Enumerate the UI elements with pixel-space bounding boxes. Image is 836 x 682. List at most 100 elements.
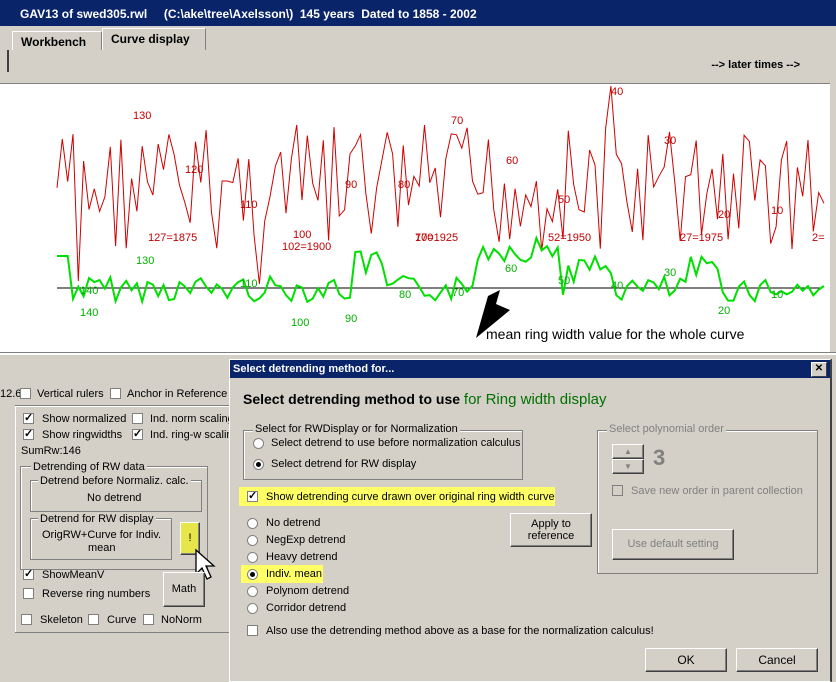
- tab-workbench[interactable]: Workbench: [12, 31, 102, 50]
- toolbar-area: --> later times -->: [0, 50, 836, 83]
- method-radio-indiv-mean[interactable]: [247, 569, 258, 580]
- cancel-button[interactable]: Cancel: [736, 648, 818, 672]
- dialog-title-bar: Select detrending method for... ✕: [230, 360, 830, 378]
- sumrw-value: SumRw:146: [21, 445, 81, 457]
- order-down-button[interactable]: ▼: [612, 459, 644, 474]
- nonorm-checkbox[interactable]: [143, 614, 154, 625]
- method-radio-corridor[interactable]: [247, 603, 258, 614]
- ok-button[interactable]: OK: [645, 648, 727, 672]
- dialog-heading: Select detrending method to use for Ring…: [243, 391, 607, 408]
- detrend-dialog: Select detrending method for... ✕ Select…: [229, 359, 831, 682]
- dialog-heading-main: Select detrending method to use: [243, 391, 461, 407]
- reverse-ring-label: Reverse ring numbers: [42, 588, 151, 600]
- ind-rw-scaling-checkbox[interactable]: [132, 427, 143, 440]
- ring-label: 100: [293, 229, 311, 241]
- ind-norm-scaling-label: Ind. norm scaling: [150, 413, 234, 425]
- chart-svg: 130120110100127=1875102=190010090 8077=19…: [56, 85, 825, 342]
- anchor-label: Anchor in Reference: [127, 388, 228, 400]
- ring-label: 127=1875: [148, 232, 197, 244]
- window-title-bar: GAV13 of swed305.rwl (C:\ake\tree\Axelss…: [0, 0, 836, 26]
- anchor-checkbox[interactable]: [110, 388, 121, 399]
- method-label-no-detrend: No detrend: [266, 517, 321, 529]
- show-detrend-curve-checkbox[interactable]: [247, 489, 258, 502]
- ring-label: 2=: [812, 232, 825, 244]
- detrend-label: 20: [718, 305, 730, 317]
- detrend-before-title: Detrend before Normaliz. calc.: [38, 475, 191, 487]
- method-radio-polynom[interactable]: [247, 586, 258, 597]
- apply-btn-line1: Apply to: [531, 518, 571, 530]
- also-use-label: Also use the detrending method above as …: [266, 625, 654, 637]
- show-ringwidths-label: Show ringwidths: [42, 429, 123, 441]
- method-label-corridor: Corridor detrend: [266, 602, 347, 614]
- show-mean-v-checkbox[interactable]: [23, 567, 34, 580]
- save-order-checkbox[interactable]: [612, 485, 623, 496]
- ring-label: 27=1975: [680, 232, 723, 244]
- detrend-label: 70: [452, 287, 464, 299]
- ring-number-labels: 130120110100127=1875102=190010090 8077=19…: [133, 86, 825, 253]
- method-label-indiv-mean: Indiv. mean: [266, 568, 323, 580]
- rw-display-radio[interactable]: [253, 459, 264, 470]
- apply-to-reference-button[interactable]: Apply to reference: [510, 513, 592, 547]
- tab-strip: Workbench Curve display: [0, 26, 836, 51]
- method-radio-heavy[interactable]: [247, 552, 258, 563]
- close-icon[interactable]: ✕: [811, 362, 827, 377]
- detrend-label: 90: [345, 313, 357, 325]
- separator: [7, 50, 9, 72]
- ring-label: 80: [398, 179, 410, 191]
- ind-rw-scaling-label: Ind. ring-w scalin: [150, 429, 233, 441]
- ring-width-series: [56, 85, 825, 285]
- also-use-checkbox[interactable]: [247, 625, 258, 636]
- detrend-label: 80: [399, 289, 411, 301]
- detrend-label: 140: [80, 307, 98, 319]
- detrend-label: 110: [240, 278, 258, 290]
- show-detrend-curve-label: Show detrending curve drawn over origina…: [266, 491, 555, 503]
- detrend-rw-value-2: mean: [88, 542, 116, 554]
- vertical-rulers-checkbox[interactable]: [20, 388, 31, 399]
- detrend-series: [57, 234, 825, 306]
- nonorm-label: NoNorm: [161, 614, 202, 626]
- scale-fragment: 12.6: [0, 388, 22, 400]
- detrend-label: 60: [505, 263, 517, 275]
- tab-curve-display[interactable]: Curve display: [102, 28, 206, 50]
- ring-label: 40: [611, 86, 623, 98]
- skeleton-label: Skeleton: [40, 614, 83, 626]
- mean-annotation: mean ring width value for the whole curv…: [486, 326, 745, 342]
- detrend-label: 10: [771, 289, 783, 301]
- vertical-rulers-label: Vertical rulers: [37, 388, 104, 400]
- detrend-label: 130: [136, 255, 154, 267]
- reverse-ring-checkbox[interactable]: [23, 588, 34, 599]
- detrend-labels: 140 140 130 110 100 90 80 70 60 50 40 30 20 10: [80, 255, 783, 329]
- save-order-label: Save new order in parent collection: [631, 485, 803, 497]
- show-normalized-label: Show normalized: [42, 413, 127, 425]
- method-label-heavy: Heavy detrend: [266, 551, 338, 563]
- order-up-button[interactable]: ▲: [612, 444, 644, 459]
- curve-label: Curve: [107, 614, 137, 626]
- ring-label: 50: [558, 194, 570, 206]
- dialog-heading-target: for Ring width display: [463, 391, 607, 408]
- show-normalized-checkbox[interactable]: [23, 411, 34, 424]
- ring-label: 70: [451, 115, 463, 127]
- rw-display-label: Select detrend for RW display: [271, 458, 417, 470]
- detrend-label: 30: [664, 267, 676, 279]
- ring-label: 20: [718, 209, 730, 221]
- use-default-button[interactable]: Use default setting: [612, 529, 734, 560]
- detrend-label: 140: [80, 285, 98, 297]
- ring-width-chart[interactable]: 130 120 110 100 127=1875 102=1900 100 90 80 77=19…: [0, 83, 830, 352]
- window-title: GAV13 of swed305.rwl (C:\ake\tree\Axelss…: [20, 7, 477, 21]
- method-label-negexp: NegExp detrend: [266, 534, 346, 546]
- curve-checkbox[interactable]: [88, 614, 99, 625]
- ring-label: 60: [506, 155, 518, 167]
- ring-label: 130: [133, 110, 151, 122]
- method-radio-no-detrend[interactable]: [247, 518, 258, 529]
- ring-label: 110: [240, 199, 258, 211]
- detrending-group-title: Detrending of RW data: [31, 461, 147, 473]
- ring-label: 10: [771, 205, 783, 217]
- skeleton-checkbox[interactable]: [21, 614, 32, 625]
- math-button[interactable]: Math: [163, 572, 205, 607]
- ring-label: 120: [185, 164, 203, 176]
- show-ringwidths-checkbox[interactable]: [23, 427, 34, 440]
- ind-norm-scaling-checkbox[interactable]: [132, 413, 143, 424]
- method-radio-negexp[interactable]: [247, 535, 258, 546]
- later-times-link[interactable]: --> later times -->: [711, 59, 800, 71]
- before-normalization-radio[interactable]: [253, 438, 264, 449]
